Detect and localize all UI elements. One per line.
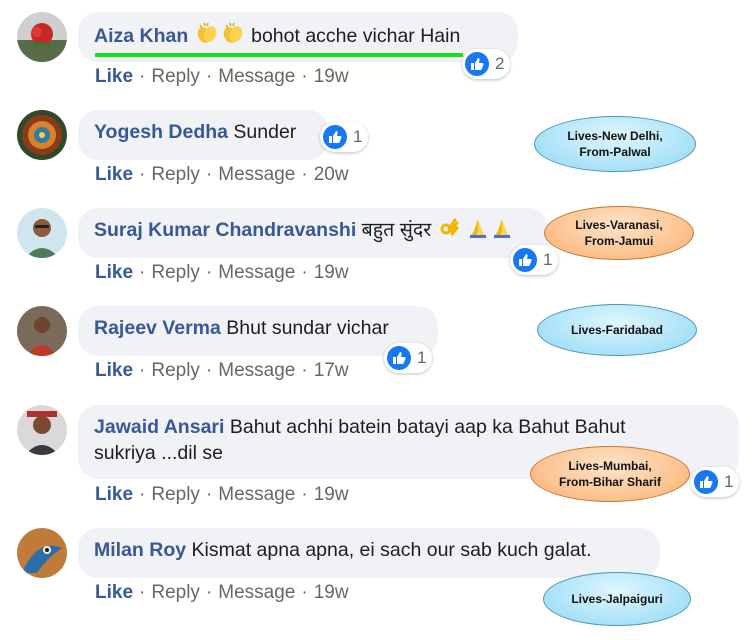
timestamp[interactable]: 19w [314, 484, 349, 505]
timestamp[interactable]: 19w [314, 262, 349, 283]
reaction-count[interactable]: 1 [320, 122, 369, 152]
comment-text: Kismat apna apna, ei sach our sab kuch g… [191, 539, 592, 561]
comment-actions: Like · Reply · Message · 19w [95, 66, 349, 87]
message-button[interactable]: Message [218, 262, 295, 283]
avatar[interactable] [17, 12, 67, 62]
comment-bubble: Milan Roy Kismat apna apna, ei sach our … [78, 528, 660, 578]
comment-actions: Like · Reply · Message · 19w [95, 262, 349, 283]
avatar[interactable] [17, 405, 67, 455]
message-button[interactable]: Message [218, 360, 295, 381]
like-button[interactable]: Like [95, 484, 133, 505]
comment-actions: Like · Reply · Message · 19w [95, 484, 349, 505]
avatar[interactable] [17, 528, 67, 578]
reply-button[interactable]: Reply [151, 360, 200, 381]
commenter-name[interactable]: Rajeev Verma [94, 317, 221, 339]
comment-actions: Like · Reply · Message · 20w [95, 164, 349, 185]
ok-hand-icon [438, 217, 460, 246]
clapping-hands-icon [221, 21, 245, 52]
location-callout: Lives-Mumbai, From-Bihar Sharif [530, 446, 690, 502]
comment-actions: Like · Reply · Message · 19w [95, 582, 349, 603]
folded-hands-icon [491, 217, 513, 246]
reaction-count[interactable]: 1 [384, 343, 433, 373]
like-reaction-icon [465, 52, 489, 76]
message-button[interactable]: Message [218, 66, 295, 87]
reaction-count[interactable]: 1 [691, 467, 740, 497]
reaction-count[interactable]: 2 [462, 49, 511, 79]
reply-button[interactable]: Reply [151, 262, 200, 283]
location-callout: Lives-Jalpaiguri [543, 572, 691, 626]
reply-button[interactable]: Reply [151, 582, 200, 603]
message-button[interactable]: Message [218, 582, 295, 603]
like-button[interactable]: Like [95, 164, 133, 185]
like-reaction-icon [323, 125, 347, 149]
reaction-number: 1 [417, 348, 427, 367]
reaction-number: 1 [353, 127, 363, 146]
commenter-name[interactable]: Yogesh Dedha [94, 121, 228, 143]
like-reaction-icon [387, 346, 411, 370]
comment-text: Sunder [233, 121, 297, 143]
message-button[interactable]: Message [218, 164, 295, 185]
like-reaction-icon [513, 248, 537, 272]
timestamp[interactable]: 19w [314, 582, 349, 603]
avatar[interactable] [17, 306, 67, 356]
timestamp[interactable]: 19w [314, 66, 349, 87]
comment-bubble: Rajeev Verma Bhut sundar vichar [78, 306, 438, 356]
highlight-underline [95, 53, 463, 57]
reaction-number: 2 [495, 54, 505, 73]
comment-bubble: Yogesh Dedha Sunder [78, 110, 328, 160]
comment-text: Bhut sundar vichar [226, 317, 389, 339]
clapping-hands-icon [195, 21, 219, 52]
location-callout: Lives-New Delhi, From-Palwal [534, 116, 696, 172]
timestamp[interactable]: 20w [314, 164, 349, 185]
commenter-name[interactable]: Jawaid Ansari [94, 416, 224, 438]
location-callout: Lives-Faridabad [537, 304, 697, 356]
folded-hands-icon [467, 217, 489, 246]
like-button[interactable]: Like [95, 262, 133, 283]
commenter-name[interactable]: Aiza Khan [94, 25, 188, 47]
commenter-name[interactable]: Suraj Kumar Chandravanshi [94, 219, 356, 241]
message-button[interactable]: Message [218, 484, 295, 505]
commenter-name[interactable]: Milan Roy [94, 539, 186, 561]
like-button[interactable]: Like [95, 582, 133, 603]
comment-actions: Like · Reply · Message · 17w [95, 360, 349, 381]
avatar[interactable] [17, 208, 67, 258]
comment-text: bohot acche vichar Hain [251, 25, 461, 47]
reply-button[interactable]: Reply [151, 484, 200, 505]
timestamp[interactable]: 17w [314, 360, 349, 381]
comment-text: Bahut achhi batein batayi aap ka Bahut B… [229, 416, 626, 438]
comment-bubble: Suraj Kumar Chandravanshi बहुत सुंदर [78, 208, 548, 258]
reaction-number: 1 [724, 472, 734, 491]
reaction-number: 1 [543, 250, 553, 269]
comment-text: बहुत सुंदर [361, 219, 432, 241]
like-button[interactable]: Like [95, 66, 133, 87]
like-reaction-icon [694, 470, 718, 494]
like-button[interactable]: Like [95, 360, 133, 381]
reply-button[interactable]: Reply [151, 66, 200, 87]
avatar[interactable] [17, 110, 67, 160]
reaction-count[interactable]: 1 [510, 245, 559, 275]
location-callout: Lives-Varanasi, From-Jamui [544, 206, 694, 260]
reply-button[interactable]: Reply [151, 164, 200, 185]
